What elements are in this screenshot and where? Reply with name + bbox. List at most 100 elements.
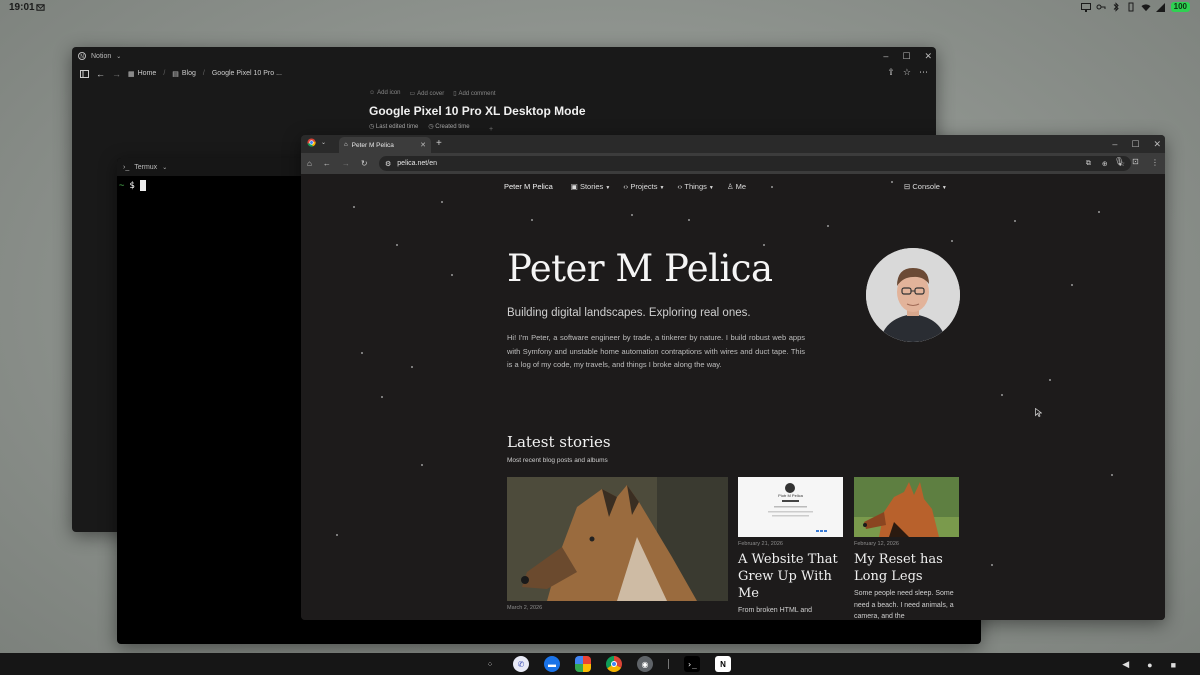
- forward-icon[interactable]: →: [112, 69, 121, 79]
- more-options-icon[interactable]: ⋯: [919, 67, 928, 78]
- photos-icon[interactable]: [575, 656, 591, 672]
- nav-stories[interactable]: ▣ Stories ▼: [571, 182, 610, 191]
- bluetooth-icon: [1111, 2, 1121, 12]
- site-brand-link[interactable]: Peter M Pelica: [504, 182, 553, 191]
- avatar: [866, 248, 960, 342]
- vpn-key-icon: [1096, 2, 1106, 12]
- caret-down-icon: ▼: [659, 185, 665, 191]
- forward-icon[interactable]: →: [342, 159, 350, 168]
- reload-icon[interactable]: ↻: [361, 159, 368, 168]
- add-cover-button[interactable]: ▭ Add cover: [410, 90, 445, 97]
- share-icon[interactable]: ⇪: [887, 67, 895, 78]
- notion-titlebar[interactable]: N Notion ⌄: [72, 47, 936, 65]
- battery-badge: 100: [1170, 2, 1190, 12]
- tab-favicon-icon: ⌂: [344, 142, 348, 148]
- chrome-window[interactable]: ⌄ ⌂ Peter M Pelica ✕ + – ☐ ✕ ⌂ ← → ↻ ⚙ p…: [301, 135, 1165, 620]
- favorite-star-icon[interactable]: ☆: [903, 67, 911, 78]
- url-text[interactable]: pelica.net/en: [397, 160, 437, 167]
- property-created[interactable]: ◷ Created time: [428, 123, 469, 130]
- chrome-app-menu[interactable]: ⌄: [307, 138, 326, 147]
- notification-icon: [36, 3, 45, 12]
- maximize-button[interactable]: ☐: [1131, 139, 1139, 150]
- console-menu[interactable]: ⊟ Console ▼: [904, 182, 947, 191]
- prompt-dir: ~: [119, 180, 125, 191]
- story-thumbnail-website[interactable]: [738, 477, 843, 537]
- termux-app-icon: ›_: [123, 163, 130, 171]
- home-page-icon: ▦: [128, 70, 135, 78]
- notion-properties: ◷ Last edited time ◷ Created time: [369, 123, 470, 130]
- home-icon[interactable]: ⌂: [307, 159, 312, 168]
- property-last-edited[interactable]: ◷ Last edited time: [369, 123, 418, 130]
- svg-text:N: N: [80, 54, 84, 60]
- story-date: March 2, 2026: [507, 605, 543, 611]
- minimize-button[interactable]: –: [883, 51, 888, 61]
- site-nav: Peter M Pelica ▣ Stories ▼ ‹› Projects ▼ ‹…: [504, 182, 746, 191]
- messages-icon[interactable]: ▬: [544, 656, 560, 672]
- home-nav-icon[interactable]: ●: [1147, 660, 1152, 670]
- book-icon: ▣: [570, 182, 578, 191]
- chevron-down-icon[interactable]: ⌄: [162, 164, 167, 171]
- notion-app-name: Notion: [91, 52, 112, 60]
- caret-down-icon: ▼: [605, 185, 611, 191]
- story-thumbnail-wolf[interactable]: [507, 477, 728, 601]
- phone-icon[interactable]: ✆: [513, 656, 529, 672]
- nav-things[interactable]: ‹› Things ▼: [677, 182, 713, 191]
- story-thumbnail-maned-wolf[interactable]: [854, 477, 959, 537]
- system-nav-buttons: ◀ ● ■: [1122, 659, 1176, 670]
- story-date: February 12, 2026: [854, 541, 899, 547]
- install-app-icon[interactable]: ⧉: [1086, 160, 1091, 168]
- code-icon: ‹›: [623, 182, 629, 191]
- apps-grid-icon[interactable]: ⁘: [482, 656, 498, 672]
- nav-projects[interactable]: ‹› Projects ▼: [623, 182, 664, 191]
- termux-icon[interactable]: ›_: [684, 656, 700, 672]
- microphone-icon[interactable]: 🎙: [1114, 157, 1124, 166]
- story-date: February 21, 2026: [738, 541, 783, 547]
- recents-nav-icon[interactable]: ■: [1171, 660, 1176, 670]
- hero-title: Peter M Pelica: [507, 247, 773, 290]
- nav-me[interactable]: ♙ Me: [727, 182, 746, 191]
- notion-page-title[interactable]: Google Pixel 10 Pro XL Desktop Mode: [369, 104, 586, 118]
- terminal-prompt[interactable]: ~ $: [119, 180, 146, 191]
- latest-stories-subtitle: Most recent blog posts and albums: [507, 457, 608, 464]
- image-icon: ▭: [409, 91, 416, 97]
- maximize-button[interactable]: ☐: [902, 51, 910, 62]
- notion-window-controls: – ☐ ✕: [883, 47, 932, 65]
- tab-close-icon[interactable]: ✕: [420, 141, 426, 149]
- breadcrumb-separator: /: [202, 70, 205, 77]
- zoom-icon[interactable]: ⊕: [1102, 160, 1108, 168]
- close-button[interactable]: ✕: [1153, 139, 1161, 150]
- chevron-down-icon[interactable]: ⌄: [321, 139, 326, 146]
- close-button[interactable]: ✕: [924, 51, 932, 62]
- chevron-down-icon[interactable]: ⌄: [116, 53, 121, 60]
- chrome-tab-strip[interactable]: ⌄ ⌂ Peter M Pelica ✕ + – ☐ ✕: [301, 135, 1165, 153]
- notion-nav-bar: ← → ▦ Home / ▤ Blog / Google Pixel 10 Pro …: [72, 65, 936, 82]
- story-title[interactable]: My Reset has Long Legs: [854, 551, 962, 585]
- back-nav-icon[interactable]: ◀: [1122, 659, 1129, 670]
- add-comment-button[interactable]: ▯ Add comment: [453, 90, 495, 97]
- chrome-icon[interactable]: [606, 656, 622, 672]
- app-dock: ⁘ ✆ ▬ ◉ ›_ N: [482, 656, 731, 672]
- notion-icon[interactable]: N: [715, 656, 731, 672]
- story-title[interactable]: A Website That Grew Up With Me: [738, 551, 848, 602]
- browser-tab[interactable]: ⌂ Peter M Pelica ✕: [339, 137, 431, 153]
- new-tab-button[interactable]: +: [436, 138, 442, 149]
- latest-stories-heading: Latest stories: [507, 433, 611, 451]
- breadcrumb-blog[interactable]: ▤ Blog: [172, 70, 196, 78]
- back-icon[interactable]: ←: [323, 159, 331, 168]
- chrome-menu-icon[interactable]: ⋮: [1151, 158, 1159, 167]
- cast-icon: [1080, 2, 1091, 12]
- address-bar[interactable]: ⚙ pelica.net/en ⧉ ⊕ ☆: [379, 156, 1131, 171]
- chrome-window-controls: – ☐ ✕: [1112, 135, 1161, 153]
- add-icon-button[interactable]: ☺ Add icon: [369, 90, 401, 97]
- sidebar-toggle-icon[interactable]: [80, 69, 89, 78]
- back-icon[interactable]: ←: [96, 69, 105, 79]
- camera-icon[interactable]: ◉: [637, 656, 653, 672]
- add-property-icon[interactable]: +: [489, 126, 493, 133]
- status-icons: 100: [1080, 2, 1190, 12]
- minimize-button[interactable]: –: [1112, 139, 1117, 149]
- site-settings-icon[interactable]: ⚙: [385, 160, 391, 168]
- downloads-icon[interactable]: ⊡: [1132, 157, 1139, 166]
- page-header-actions: ☺ Add icon ▭ Add cover ▯ Add comment: [369, 90, 496, 97]
- breadcrumb-current[interactable]: Google Pixel 10 Pro ...: [212, 70, 282, 77]
- breadcrumb-home[interactable]: ▦ Home: [128, 70, 156, 78]
